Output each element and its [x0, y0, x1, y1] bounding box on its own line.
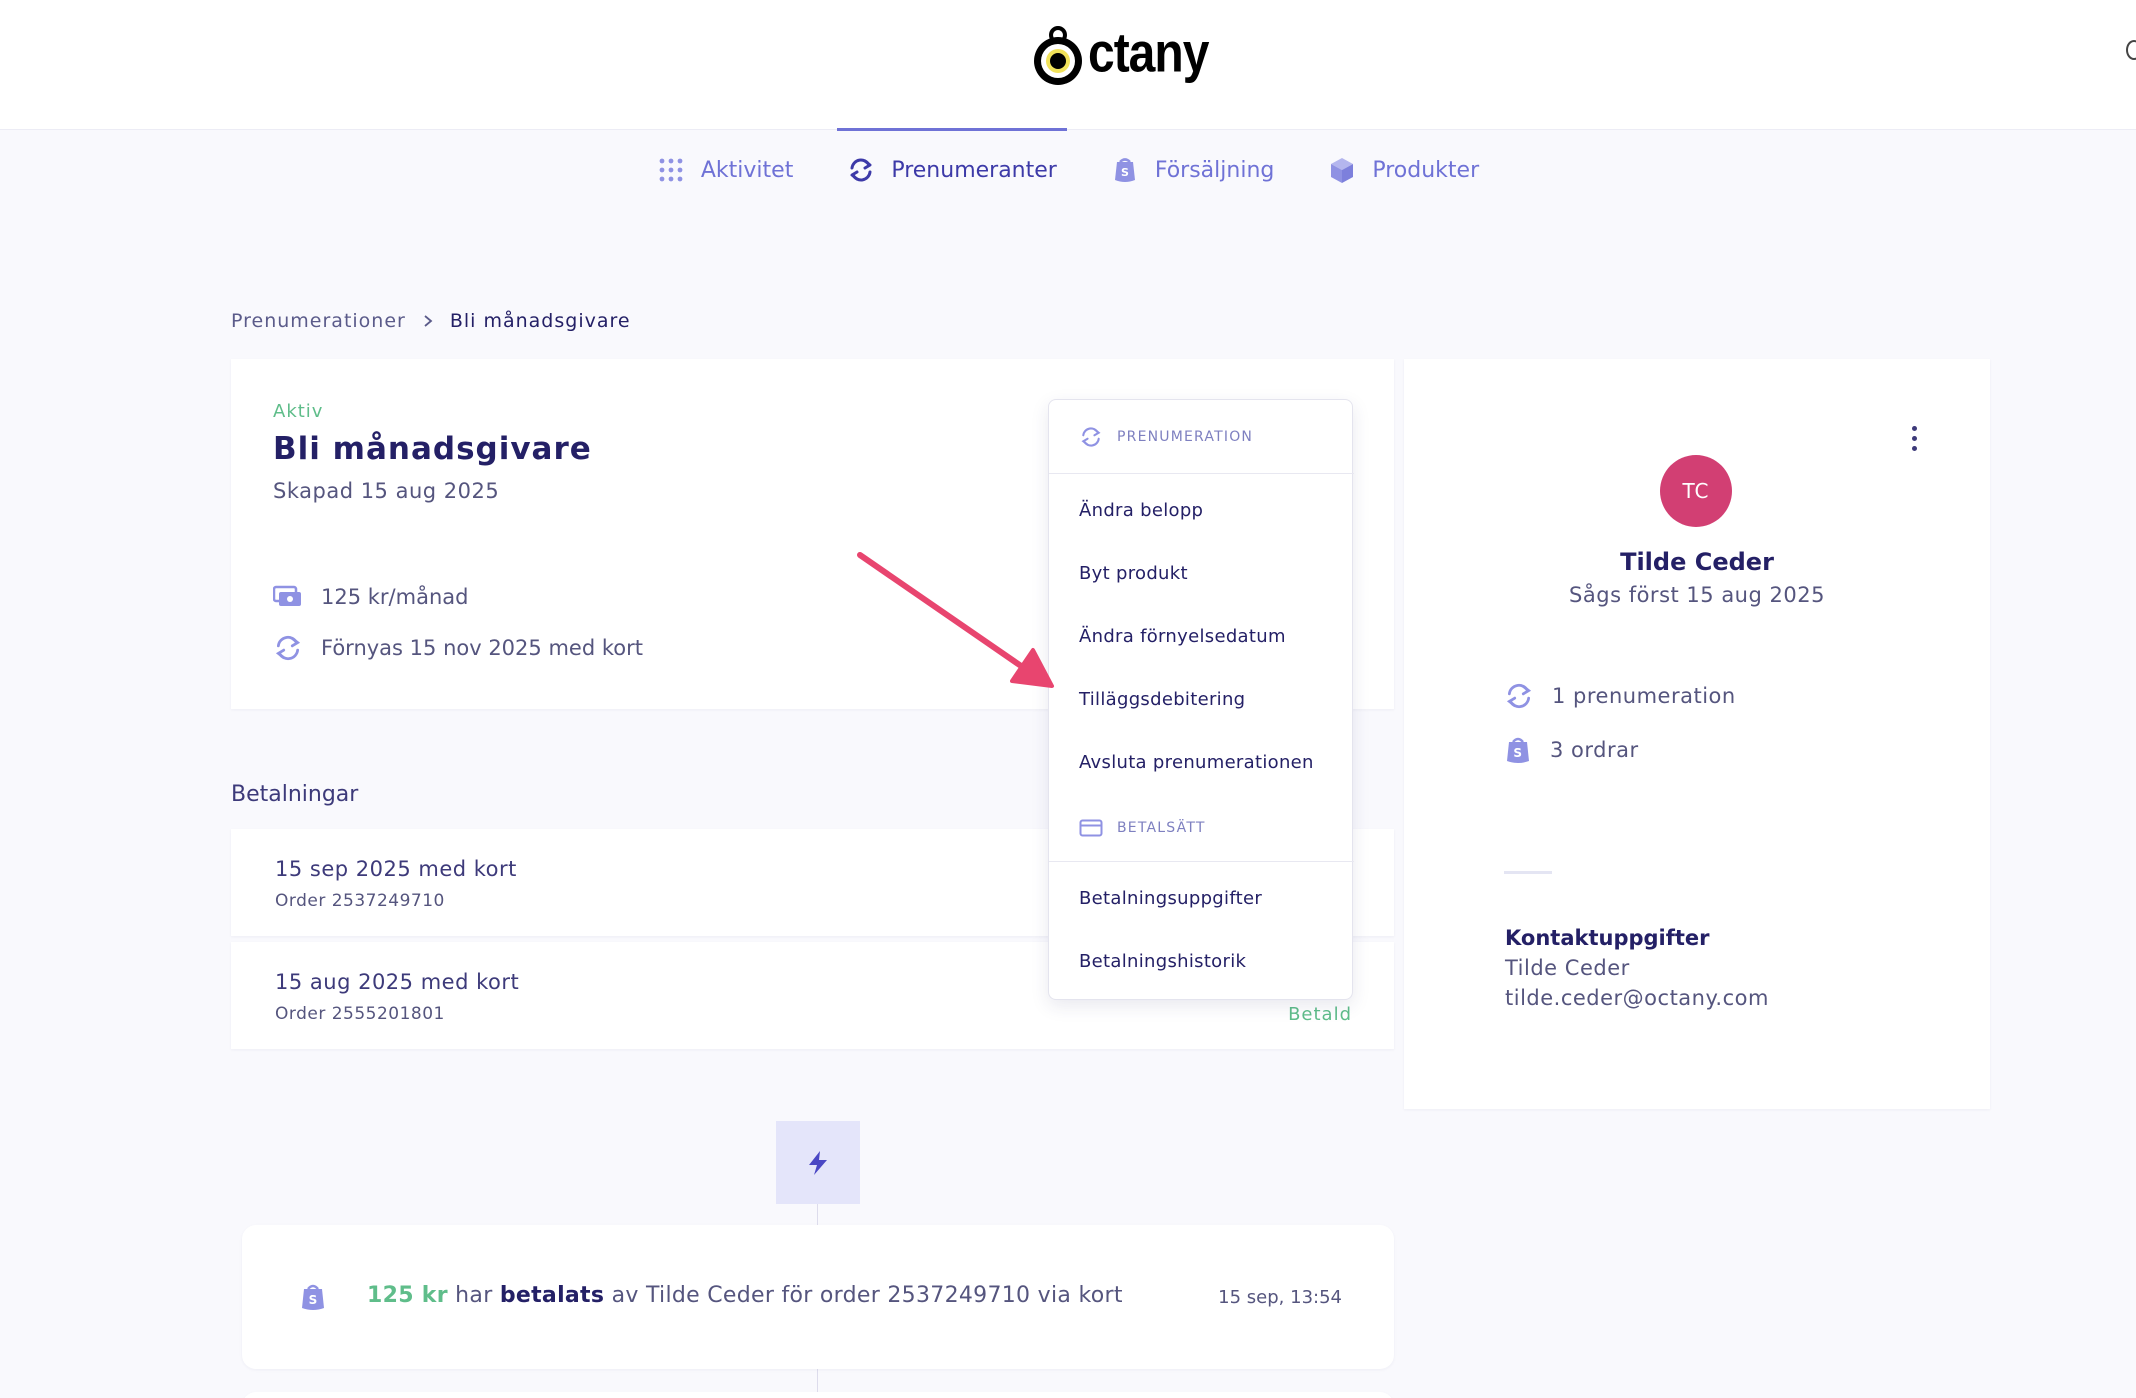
menu-item-tillaggsdebitering[interactable]: Tilläggsdebitering [1079, 689, 1245, 710]
menu-item-betalningshistorik[interactable]: Betalningshistorik [1079, 951, 1246, 972]
menu-item-avsluta-prenumerationen[interactable]: Avsluta prenumerationen [1079, 752, 1314, 773]
menu-item-betalningsuppgifter[interactable]: Betalningsuppgifter [1079, 888, 1262, 909]
payments-title: Betalningar [231, 782, 359, 807]
breadcrumb-current: Bli månadsgivare [449, 310, 631, 332]
amount-row: 125 kr/månad [273, 585, 468, 609]
menu-item-andra-fornyelsedatum[interactable]: Ändra förnyelsedatum [1079, 626, 1286, 647]
event-text: 125 kr har betalats av Tilde Ceder för o… [367, 1283, 1123, 1308]
logo[interactable]: ctany [1030, 18, 1209, 88]
menu-section-header: PRENUMERATION [1049, 400, 1354, 474]
edge-icon [2126, 40, 2136, 60]
credit-card-icon [1079, 819, 1103, 836]
divider [1504, 871, 1552, 874]
top-bar: ctany [0, 0, 2136, 130]
payment-order: Order 2537249710 [275, 891, 445, 911]
refresh-icon [1081, 426, 1101, 447]
amount-text: 125 kr/månad [321, 585, 469, 609]
action-button[interactable] [776, 1121, 860, 1204]
customer-orders[interactable]: S 3 ordrar [1504, 735, 1639, 765]
payment-date: 15 sep 2025 med kort [275, 857, 517, 881]
customer-card: TC Tilde Ceder Sågs först 15 aug 2025 1 … [1404, 359, 1990, 1109]
contact-title: Kontaktuppgifter [1505, 926, 1710, 950]
event-text-part: av Tilde Ceder för order 2537249710 via … [604, 1283, 1123, 1308]
subscription-title: Bli månadsgivare [273, 431, 592, 467]
activity-event: S 125 kr har betalats av Tilde Ceder för… [242, 1225, 1394, 1369]
menu-section-label: PRENUMERATION [1117, 428, 1254, 445]
avatar: TC [1660, 455, 1732, 527]
menu-section-header: BETALSÄTT [1049, 794, 1354, 862]
shopping-bag-icon: S [1507, 737, 1529, 763]
nav-item-aktivitet[interactable]: Aktivitet [655, 130, 795, 210]
logo-text: ctany [1088, 22, 1209, 84]
svg-text:S: S [309, 1293, 318, 1307]
nav-label: Försäljning [1154, 157, 1275, 183]
payment-status: Betald [1288, 1004, 1352, 1025]
lightning-icon [809, 1150, 827, 1175]
chevron-right-icon [424, 315, 433, 327]
customer-subscriptions-text: 1 prenumeration [1552, 684, 1736, 708]
contact-name: Tilde Ceder [1505, 956, 1630, 980]
svg-text:S: S [1121, 166, 1129, 179]
customer-subscriptions[interactable]: 1 prenumeration [1504, 681, 1736, 711]
logo-mark-icon [1030, 23, 1090, 85]
event-text-part: har [447, 1283, 500, 1308]
nav-label: Produkter [1372, 157, 1480, 183]
breadcrumb: Prenumerationer Bli månadsgivare [231, 310, 631, 332]
nav-label: Prenumeranter [891, 157, 1057, 183]
refresh-icon [1506, 683, 1532, 709]
main-nav: Aktivitet Prenumeranter S Försäljning Pr… [0, 128, 2136, 210]
nav-item-forsaljning[interactable]: S Försäljning [1109, 130, 1277, 210]
refresh-icon [275, 635, 301, 661]
menu-section-label: BETALSÄTT [1117, 819, 1206, 836]
payment-date: 15 aug 2025 med kort [275, 970, 520, 994]
breadcrumb-parent-link[interactable]: Prenumerationer [231, 310, 406, 332]
svg-text:S: S [1513, 746, 1522, 760]
grid-dots-icon [659, 158, 683, 182]
event-verb: betalats [499, 1283, 605, 1308]
contact-email[interactable]: tilde.ceder@octany.com [1505, 986, 1769, 1010]
refresh-icon [850, 158, 872, 182]
shopping-bag-icon: S [302, 1284, 324, 1310]
nav-item-prenumeranter[interactable]: Prenumeranter [837, 128, 1067, 210]
event-time: 15 sep, 13:54 [1218, 1287, 1342, 1308]
renewal-text: Förnyas 15 nov 2025 med kort [321, 636, 643, 660]
timeline-line [817, 1204, 818, 1225]
box-icon [1331, 158, 1354, 183]
more-options-icon[interactable] [1909, 426, 1919, 454]
payment-order: Order 2555201801 [275, 1004, 445, 1024]
status-badge: Aktiv [273, 401, 324, 422]
menu-item-andra-belopp[interactable]: Ändra belopp [1079, 500, 1203, 521]
subscription-actions-menu: PRENUMERATION Ändra belopp Byt produkt Ä… [1048, 399, 1354, 1000]
nav-item-produkter[interactable]: Produkter [1326, 130, 1481, 210]
event-amount: 125 kr [367, 1283, 448, 1308]
customer-orders-text: 3 ordrar [1550, 738, 1639, 762]
nav-label: Aktivitet [700, 157, 794, 183]
renewal-row: Förnyas 15 nov 2025 med kort [273, 633, 643, 663]
money-icon [273, 585, 301, 606]
customer-name: Tilde Ceder [1620, 548, 1774, 576]
customer-first-seen: Sågs först 15 aug 2025 [1569, 583, 1825, 607]
activity-event [242, 1392, 1394, 1398]
menu-item-byt-produkt[interactable]: Byt produkt [1079, 563, 1188, 584]
shopping-bag-icon: S [1114, 158, 1135, 182]
subscription-created: Skapad 15 aug 2025 [273, 479, 500, 503]
